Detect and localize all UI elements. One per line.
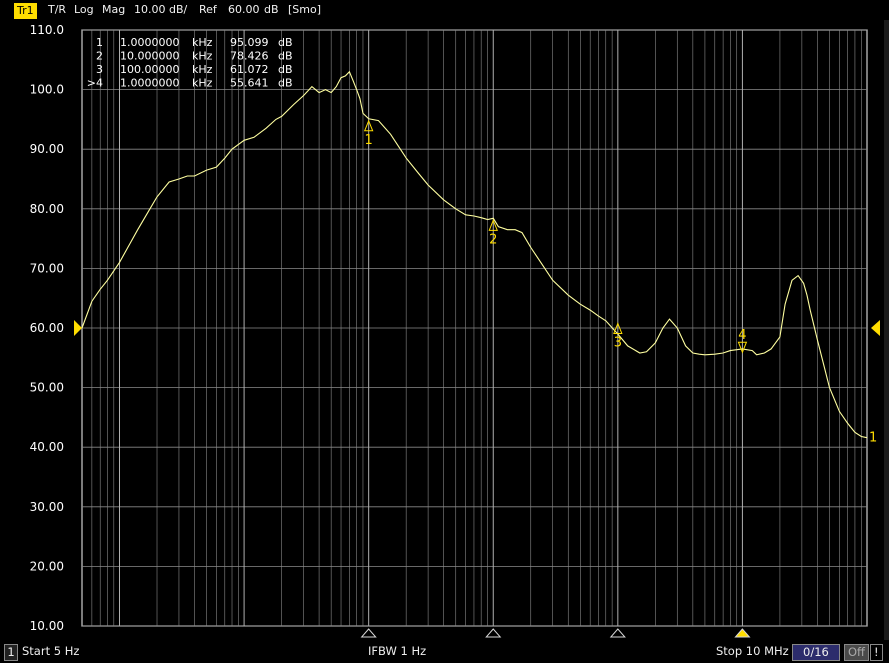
marker-row-vunit: dB: [278, 50, 293, 63]
scale-label[interactable]: 10.00 dB/: [134, 3, 187, 17]
marker-row-unit: kHz: [192, 77, 213, 90]
channel-indicator[interactable]: 1: [4, 644, 18, 661]
axis-indicators[interactable]: 1: [74, 320, 880, 446]
marker-row-value: 61.072: [230, 63, 269, 76]
format-label[interactable]: Log: [74, 3, 94, 17]
markers-table: 1 1.0000000 kHz 95.099 dB 2 10.000000 kHz 78.426…: [87, 36, 293, 90]
ref-level-right-indicator: [871, 320, 880, 336]
grid: [81, 29, 868, 627]
y-tick-label: 90.00: [30, 142, 64, 156]
ref-value[interactable]: 60.00: [228, 3, 260, 17]
smoothing-label[interactable]: [Smo]: [288, 3, 321, 17]
sweep-counter: 0/16: [792, 644, 840, 661]
marker-row-vunit: dB: [278, 77, 293, 90]
marker-row-freq: 1.0000000: [120, 77, 180, 90]
marker-row-freq: 10.000000: [120, 50, 180, 63]
trace-end-label: 1: [869, 431, 877, 446]
bottom-marker-3-indicator: [609, 628, 626, 638]
right-scrollbar[interactable]: [884, 20, 889, 640]
y-tick-label: 30.00: [30, 500, 64, 514]
off-indicator[interactable]: Off: [844, 644, 869, 661]
status-bar: 1 Start 5 Hz IFBW 1 Hz Stop 10 MHz 0/16 …: [0, 641, 889, 663]
y-tick-label: 100.0: [30, 83, 64, 97]
ref-unit: dB: [264, 3, 279, 16]
plot-area[interactable]: 110.0 100.0 90.00 80.00 70.00 60.00 50.00 40.00…: [0, 18, 889, 642]
measure-label[interactable]: T/R: [48, 3, 66, 17]
marker-1-label: 1: [365, 133, 373, 148]
ref-level-left-indicator: [74, 320, 82, 336]
trace-line: [81, 70, 868, 439]
y-tick-label: 40.00: [30, 440, 64, 454]
bottom-marker-4-indicator: [734, 628, 751, 638]
ref-label: Ref: [199, 3, 217, 16]
marker-row-vunit: dB: [278, 63, 293, 76]
title-bar: Tr1 T/R Log Mag 10.00 dB/ Ref 60.00 dB […: [0, 0, 889, 20]
bottom-marker-2-indicator: [485, 628, 502, 638]
marker-row-unit: kHz: [192, 50, 213, 63]
marker-row-value: 55.641: [230, 77, 269, 90]
marker-row-value: 78.426: [230, 50, 269, 63]
marker-row-vunit: dB: [278, 36, 293, 49]
start-frequency[interactable]: Start 5 Hz: [22, 644, 79, 659]
marker-row-id: >4: [87, 77, 103, 90]
y-tick-label: 70.00: [30, 261, 64, 275]
marker-row-id: 2: [96, 50, 103, 63]
marker-row-freq: 100.00000: [120, 63, 180, 76]
y-tick-label: 10.00: [30, 619, 64, 633]
y-tick-label: 60.00: [30, 321, 64, 335]
bottom-marker-1-indicator: [360, 628, 377, 638]
marker-2-label: 2: [489, 232, 497, 247]
y-tick-label: 110.0: [30, 23, 64, 37]
trace-badge[interactable]: Tr1: [14, 3, 37, 19]
marker-row-freq: 1.0000000: [120, 36, 180, 49]
marker-4-label: 4: [738, 328, 746, 343]
y-tick-label: 50.00: [30, 381, 64, 395]
marker-row-id: 1: [96, 36, 103, 49]
markers[interactable]: 1 2 3 4: [360, 119, 751, 638]
marker-row-unit: kHz: [192, 63, 213, 76]
ifbw-setting[interactable]: IFBW 1 Hz: [368, 644, 426, 659]
marker-row-value: 95.099: [230, 36, 269, 49]
y-tick-labels: 110.0 100.0 90.00 80.00 70.00 60.00 50.00 40.00…: [30, 23, 64, 633]
marker-row-id: 3: [96, 63, 103, 76]
marker-row-unit: kHz: [192, 36, 213, 49]
marker-3-label: 3: [614, 335, 622, 350]
y-tick-label: 20.00: [30, 559, 64, 573]
y-tick-label: 80.00: [30, 202, 64, 216]
warning-indicator[interactable]: !: [870, 644, 883, 661]
mag-label: Mag: [102, 3, 126, 16]
stop-frequency[interactable]: Stop 10 MHz: [716, 644, 789, 659]
